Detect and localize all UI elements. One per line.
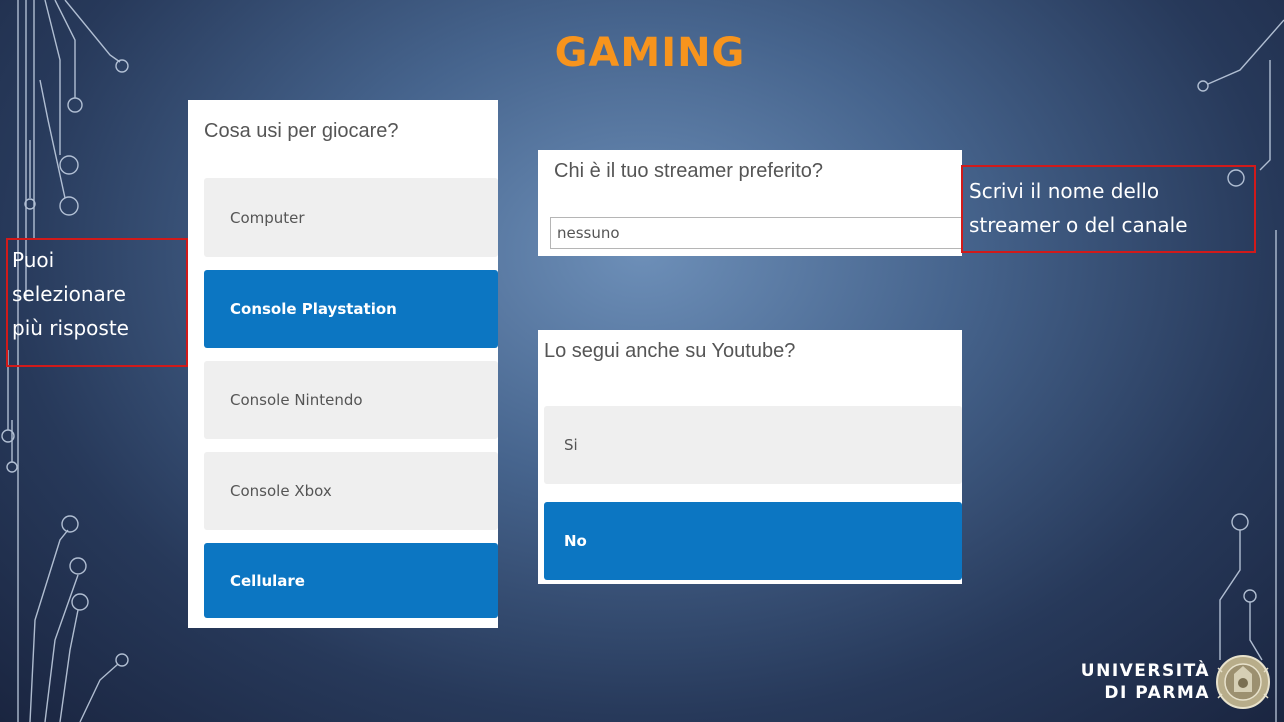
streamer-input[interactable]: nessuno [550,217,962,249]
option-label: Console Xbox [230,482,332,500]
callout-streamer-name: Scrivi il nome dello streamer o del cana… [961,165,1256,253]
callout-line: streamer o del canale [969,213,1188,237]
callout-multiple-answers: Puoi selezionare più risposte [6,238,188,367]
question-panel-streamer: Chi è il tuo streamer preferito? nessuno [538,150,962,256]
option-console-xbox[interactable]: Console Xbox [204,452,498,530]
option-label: Console Nintendo [230,391,363,409]
question-label: Chi è il tuo streamer preferito? [554,160,824,182]
university-name-line1: UNIVERSITÀ [1080,661,1210,681]
question-label: Lo segui anche su Youtube? [544,340,796,362]
university-name: UNIVERSITÀ DI PARMA [1080,660,1210,704]
callout-line: più risposte [12,316,129,340]
university-seal-icon [1216,655,1270,709]
option-label: No [564,532,587,550]
question-panel-youtube: Lo segui anche su Youtube? Si No [538,330,962,584]
slide: GAMING Cosa usi per giocare? Computer Co… [0,0,1284,722]
option-label: Computer [230,208,305,227]
question-label: Cosa usi per giocare? [204,120,399,142]
option-console-playstation[interactable]: Console Playstation [204,270,498,348]
university-name-line2: DI PARMA [1104,683,1210,703]
callout-line: Scrivi il nome dello [969,179,1160,203]
option-label: Si [564,436,578,454]
option-cellulare[interactable]: Cellulare [204,543,498,618]
option-console-nintendo[interactable]: Console Nintendo [204,361,498,439]
option-no[interactable]: No [544,502,962,580]
option-label: Cellulare [230,571,305,590]
option-si[interactable]: Si [544,406,962,484]
callout-line: Puoi [12,248,55,272]
slide-title: GAMING [554,30,746,76]
question-panel-devices: Cosa usi per giocare? Computer Console P… [188,100,498,628]
option-computer[interactable]: Computer [204,178,498,257]
option-label: Console Playstation [230,300,397,318]
callout-line: selezionare [12,282,126,306]
